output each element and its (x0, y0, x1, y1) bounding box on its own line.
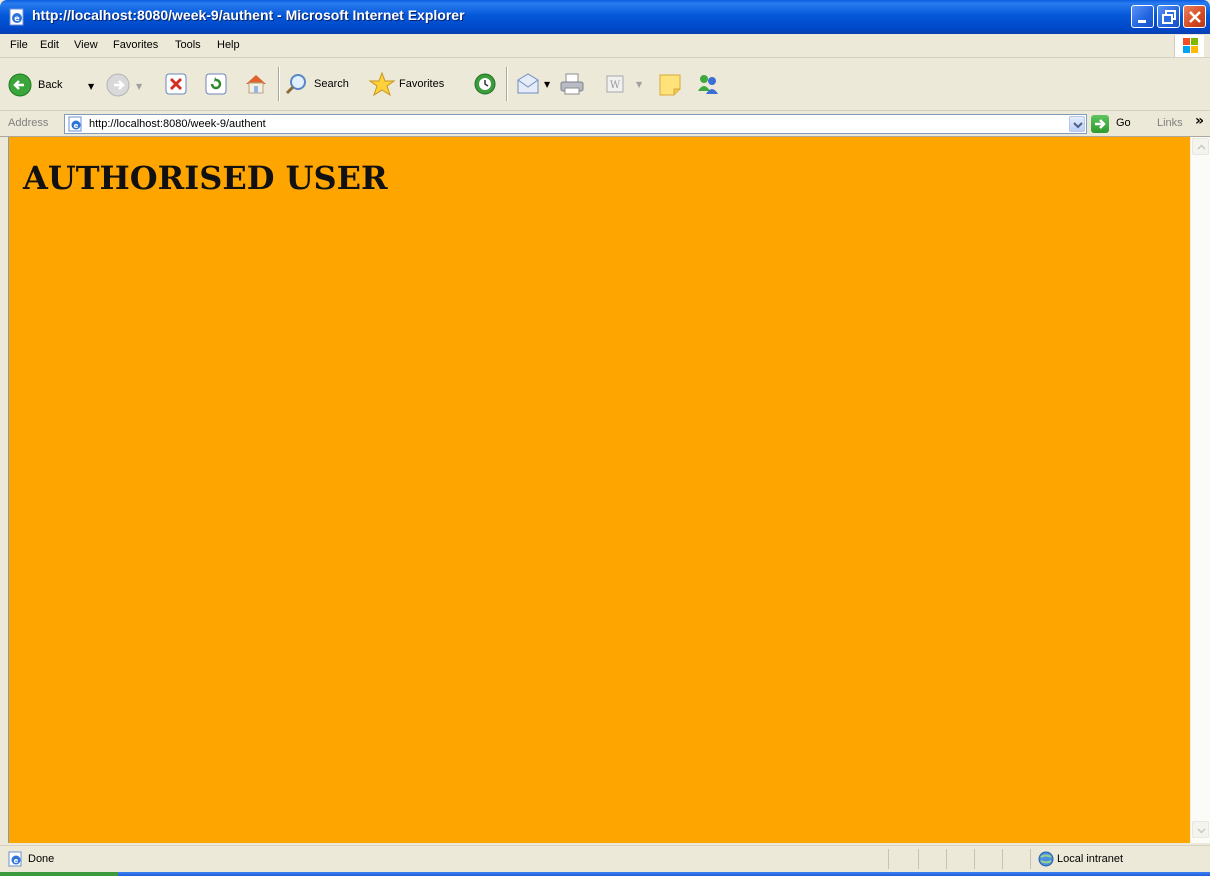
security-zone-text: Local intranet (1057, 853, 1124, 865)
page-content: AUTHORISED USER (8, 137, 1190, 843)
back-label: Back (38, 79, 63, 91)
menu-edit[interactable]: Edit (40, 39, 59, 51)
svg-text:e: e (14, 857, 19, 865)
mail-dropdown-icon[interactable]: ▼ (544, 80, 550, 89)
print-icon (560, 73, 584, 95)
stop-icon (165, 73, 187, 95)
intranet-zone-icon (1038, 851, 1054, 867)
window-title: http://localhost:8080/week-9/authent - M… (32, 7, 465, 23)
chevron-down-icon (1197, 828, 1206, 834)
menu-favorites[interactable]: Favorites (113, 39, 158, 51)
vertical-scrollbar[interactable] (1190, 137, 1210, 843)
restore-button[interactable] (1157, 5, 1180, 28)
menu-bar: File Edit View Favorites Tools Help (0, 34, 1210, 58)
search-label: Search (314, 78, 349, 90)
refresh-button[interactable] (204, 72, 228, 96)
start-button-edge (0, 872, 118, 876)
menu-view[interactable]: View (74, 39, 98, 51)
edit-button[interactable]: W ▼ (604, 71, 644, 97)
forward-dropdown-icon[interactable]: ▼ (136, 82, 142, 91)
svg-text:W: W (610, 80, 621, 91)
messenger-icon (698, 75, 718, 94)
print-button[interactable] (558, 71, 586, 97)
address-url: http://localhost:8080/week-9/authent (89, 118, 266, 130)
scroll-up-button[interactable] (1192, 138, 1209, 155)
back-dropdown-icon[interactable]: ▼ (88, 82, 94, 91)
menu-tools[interactable]: Tools (175, 39, 201, 51)
history-button[interactable] (472, 71, 498, 97)
address-label: Address (8, 117, 49, 129)
status-pane (1030, 849, 1031, 869)
chevron-down-icon (1073, 122, 1083, 129)
forward-button[interactable]: ▼ (106, 73, 146, 99)
status-pane (888, 849, 889, 869)
status-pane (1002, 849, 1003, 869)
windows-logo (1174, 35, 1204, 57)
search-button[interactable]: Search (284, 71, 358, 97)
menu-help[interactable]: Help (217, 39, 240, 51)
page-heading: AUTHORISED USER (23, 159, 388, 197)
ie-page-icon: e (68, 116, 82, 132)
favorites-star-icon (368, 71, 396, 97)
links-label[interactable]: Links (1157, 117, 1183, 129)
toolbar-separator (506, 67, 508, 101)
close-button[interactable] (1183, 5, 1206, 28)
taskbar-edge (0, 872, 1210, 876)
title-bar[interactable]: e http://localhost:8080/week-9/authent -… (0, 0, 1210, 34)
refresh-icon (205, 73, 227, 95)
edit-dropdown-icon[interactable]: ▼ (636, 80, 642, 89)
home-button[interactable] (243, 71, 269, 97)
mail-button[interactable]: ▼ (514, 71, 554, 97)
stop-button[interactable] (164, 72, 188, 96)
note-icon (659, 74, 681, 96)
status-pane (974, 849, 975, 869)
messenger-button[interactable] (694, 71, 722, 97)
status-pane (918, 849, 919, 869)
scroll-down-button[interactable] (1192, 821, 1209, 838)
status-pane (946, 849, 947, 869)
chevron-up-icon (1197, 144, 1206, 150)
status-bar: e Done Local intranet (0, 845, 1210, 872)
restore-icon (1162, 10, 1176, 24)
mail-icon (517, 73, 539, 94)
address-bar: Address e http://localhost:8080/week-9/a… (0, 111, 1210, 137)
minimize-icon (1138, 20, 1146, 23)
links-chevron-icon[interactable]: » (1195, 113, 1204, 129)
go-label[interactable]: Go (1116, 117, 1131, 129)
ie-page-icon: e (8, 851, 22, 867)
address-input[interactable]: e http://localhost:8080/week-9/authent (64, 114, 1087, 134)
go-arrow-icon (1095, 119, 1106, 129)
forward-arrow-icon (106, 73, 130, 97)
ie-page-icon: e (9, 8, 24, 26)
svg-text:e: e (74, 122, 79, 130)
favorites-button[interactable]: Favorites (368, 71, 458, 97)
minimize-button[interactable] (1131, 5, 1154, 28)
close-icon (1189, 11, 1201, 23)
standard-toolbar: Back ▼ ▼ Search Favorites ▼ W ▼ (0, 59, 1210, 111)
back-arrow-icon (8, 73, 32, 97)
status-text: Done (28, 853, 55, 865)
search-icon (285, 74, 306, 95)
discuss-button[interactable] (656, 71, 684, 97)
address-dropdown-button[interactable] (1069, 116, 1085, 132)
go-button[interactable] (1091, 115, 1109, 133)
favorites-label: Favorites (399, 78, 445, 90)
windows-flag-icon (1183, 38, 1198, 53)
browser-window: e http://localhost:8080/week-9/authent -… (0, 0, 1210, 876)
history-icon (474, 73, 496, 95)
toolbar-separator (278, 67, 280, 101)
svg-text:e: e (14, 14, 20, 23)
back-button[interactable]: Back ▼ (8, 73, 98, 99)
word-edit-icon: W (606, 75, 624, 93)
home-icon (246, 75, 266, 94)
menu-file[interactable]: File (10, 39, 28, 51)
